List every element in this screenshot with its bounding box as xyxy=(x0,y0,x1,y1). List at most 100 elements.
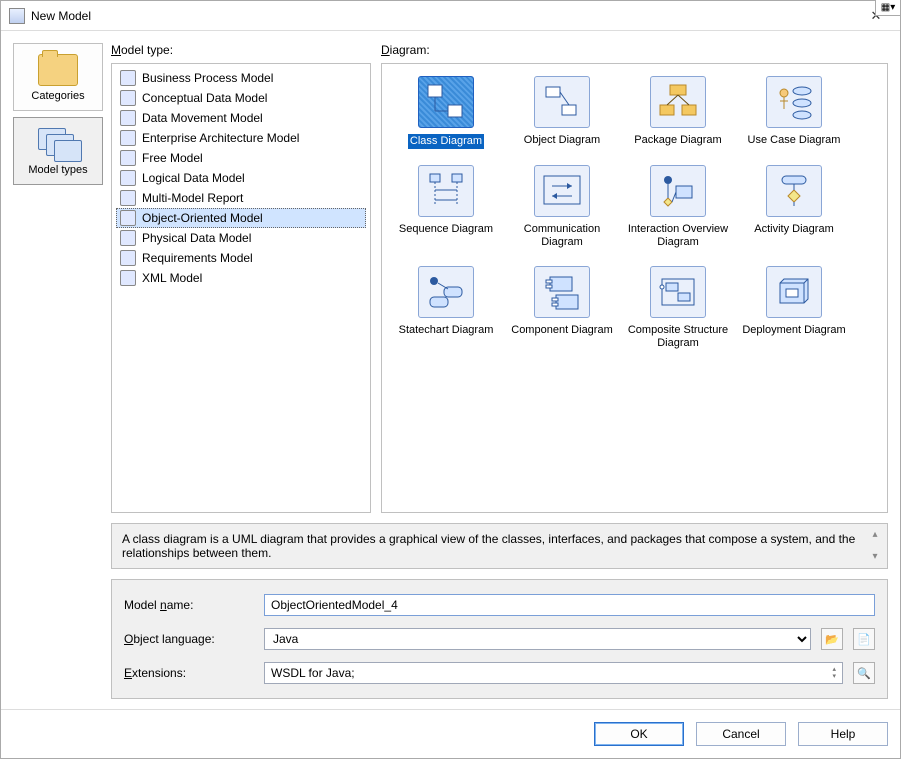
diagram-label: Component Diagram xyxy=(511,324,613,337)
diagram-label: Class Diagram xyxy=(408,134,484,149)
titlebar: New Model ✕ xyxy=(1,1,900,31)
interaction-overview-icon xyxy=(650,165,706,217)
sequence-diagram-icon xyxy=(418,165,474,217)
model-icon xyxy=(120,210,136,226)
model-icon xyxy=(120,250,136,266)
list-item-label: Enterprise Architecture Model xyxy=(142,131,299,145)
form-box: Model name: Object language: Java 📂 📄 Ex… xyxy=(111,579,888,699)
diagram-item[interactable]: Deployment Diagram xyxy=(736,260,852,360)
list-item-label: Requirements Model xyxy=(142,251,253,265)
model-type-item[interactable]: Logical Data Model xyxy=(116,168,366,188)
model-icon xyxy=(120,70,136,86)
app-icon xyxy=(9,8,25,24)
model-type-item[interactable]: Enterprise Architecture Model xyxy=(116,128,366,148)
diagram-header: Diagram: xyxy=(381,43,888,61)
diagram-panel[interactable]: Class Diagram Object Diagram Package Dia… xyxy=(381,63,888,513)
diagram-label: Statechart Diagram xyxy=(399,324,494,337)
extensions-row: Extensions: WSDL for Java; ▴▾ 🔍 xyxy=(124,662,875,684)
model-name-input[interactable] xyxy=(264,594,875,616)
list-item-label: XML Model xyxy=(142,271,202,285)
diagram-item[interactable]: Composite Structure Diagram xyxy=(620,260,736,360)
model-type-item-selected[interactable]: Object-Oriented Model xyxy=(116,208,366,228)
object-language-label: Object language: xyxy=(124,632,254,646)
diagram-label: Composite Structure Diagram xyxy=(623,324,733,350)
deployment-diagram-icon xyxy=(766,266,822,318)
model-icon xyxy=(120,90,136,106)
view-mode-toggle[interactable]: ▦▾ xyxy=(875,0,901,16)
model-type-item[interactable]: Data Movement Model xyxy=(116,108,366,128)
scroll-up-icon[interactable]: ▴ xyxy=(867,528,883,542)
list-item-label: Logical Data Model xyxy=(142,171,245,185)
model-type-header: Model type: xyxy=(111,43,371,61)
help-button[interactable]: Help xyxy=(798,722,888,746)
list-item-label: Object-Oriented Model xyxy=(142,211,263,225)
list-item-label: Conceptual Data Model xyxy=(142,91,267,105)
diagram-item[interactable]: Statechart Diagram xyxy=(388,260,504,360)
model-icon xyxy=(120,270,136,286)
model-icon xyxy=(120,110,136,126)
component-diagram-icon xyxy=(534,266,590,318)
diagram-label: Communication Diagram xyxy=(507,223,617,249)
statechart-diagram-icon xyxy=(418,266,474,318)
diagram-item[interactable]: Interaction Overview Diagram xyxy=(620,159,736,259)
ok-button[interactable]: OK xyxy=(594,722,684,746)
list-item-label: Business Process Model xyxy=(142,71,273,85)
cancel-button[interactable]: Cancel xyxy=(696,722,786,746)
diagram-label: Activity Diagram xyxy=(754,223,833,236)
diagram-item-class[interactable]: Class Diagram xyxy=(388,70,504,159)
folder-icon xyxy=(38,54,78,86)
model-type-item[interactable]: Free Model xyxy=(116,148,366,168)
model-icon xyxy=(120,130,136,146)
button-row: OK Cancel Help xyxy=(1,709,900,758)
folder-open-icon: 📂 xyxy=(825,633,839,646)
spinner-icon[interactable]: ▴▾ xyxy=(832,666,836,680)
model-icon xyxy=(120,170,136,186)
model-type-list[interactable]: Business Process Model Conceptual Data M… xyxy=(111,63,371,513)
model-icon xyxy=(120,190,136,206)
object-language-select[interactable]: Java xyxy=(264,628,811,650)
model-type-item[interactable]: Physical Data Model xyxy=(116,228,366,248)
model-icon xyxy=(120,230,136,246)
extensions-manage-button[interactable]: 🔍 xyxy=(853,662,875,684)
communication-diagram-icon xyxy=(534,165,590,217)
activity-diagram-icon xyxy=(766,165,822,217)
diagram-item[interactable]: Activity Diagram xyxy=(736,159,852,259)
diagram-item[interactable]: Sequence Diagram xyxy=(388,159,504,259)
model-type-item[interactable]: Requirements Model xyxy=(116,248,366,268)
dialog-body: Categories Model types Model type: Diagr… xyxy=(1,31,900,709)
diagram-label: Object Diagram xyxy=(524,134,600,147)
new-file-button[interactable]: 📄 xyxy=(853,628,875,650)
composite-structure-icon xyxy=(650,266,706,318)
tab-model-types[interactable]: Model types xyxy=(13,117,103,185)
tab-categories-label: Categories xyxy=(31,90,84,102)
dialog-window: New Model ✕ Categories Model types Model… xyxy=(0,0,901,759)
extensions-value: WSDL for Java; xyxy=(271,666,355,680)
extensions-field[interactable]: WSDL for Java; ▴▾ xyxy=(264,662,843,684)
extensions-label: Extensions: xyxy=(124,666,254,680)
browse-folder-button[interactable]: 📂 xyxy=(821,628,843,650)
diagram-item[interactable]: Component Diagram xyxy=(504,260,620,360)
model-type-item[interactable]: Conceptual Data Model xyxy=(116,88,366,108)
model-type-item[interactable]: Multi-Model Report xyxy=(116,188,366,208)
model-type-item[interactable]: XML Model xyxy=(116,268,366,288)
diagram-grid: Class Diagram Object Diagram Package Dia… xyxy=(388,70,881,360)
diagram-label: Deployment Diagram xyxy=(742,324,845,337)
description-box: A class diagram is a UML diagram that pr… xyxy=(111,523,888,569)
list-item-label: Physical Data Model xyxy=(142,231,251,245)
list-item-label: Data Movement Model xyxy=(142,111,263,125)
diagram-item[interactable]: Object Diagram xyxy=(504,70,620,159)
diagram-item[interactable]: Package Diagram xyxy=(620,70,736,159)
tab-categories[interactable]: Categories xyxy=(13,43,103,111)
center-column: Model type: Diagram: ▦▾ Business Process… xyxy=(111,43,888,699)
diagram-label: Use Case Diagram xyxy=(748,134,841,147)
use-case-diagram-icon xyxy=(766,76,822,128)
list-item-label: Multi-Model Report xyxy=(142,191,243,205)
model-type-item[interactable]: Business Process Model xyxy=(116,68,366,88)
diagram-item[interactable]: Communication Diagram xyxy=(504,159,620,259)
scroll-down-icon[interactable]: ▾ xyxy=(867,550,883,564)
diagram-item[interactable]: Use Case Diagram xyxy=(736,70,852,159)
magnifier-icon: 🔍 xyxy=(857,667,871,680)
file-new-icon: 📄 xyxy=(857,633,871,646)
description-text: A class diagram is a UML diagram that pr… xyxy=(122,532,855,560)
tab-model-types-label: Model types xyxy=(28,164,87,176)
